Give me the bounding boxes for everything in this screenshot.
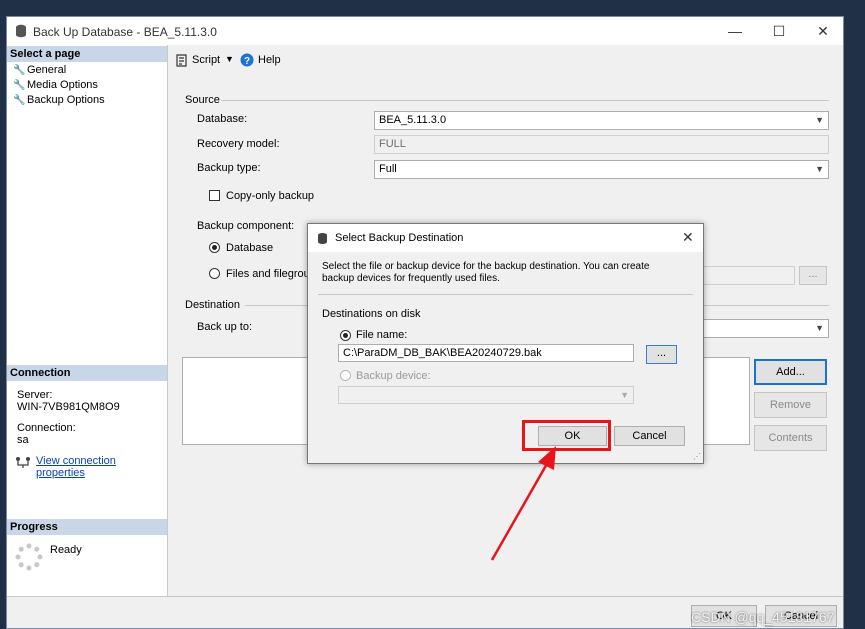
- source-group-label: Source: [185, 94, 220, 106]
- database-icon: [318, 233, 327, 244]
- files-filegroups-radio[interactable]: [209, 268, 220, 279]
- dialog-title: Select Backup Destination: [335, 232, 464, 244]
- file-name-radio[interactable]: [340, 330, 351, 341]
- dialog-title-bar[interactable]: Select Backup Destination ✕: [308, 224, 703, 252]
- connection-label: Connection:: [17, 422, 76, 434]
- backup-device-combo[interactable]: ▼: [338, 386, 634, 404]
- backup-device-radio[interactable]: [340, 370, 351, 381]
- backup-device-label: Backup device:: [356, 370, 431, 382]
- back-up-to-label: Back up to:: [197, 321, 253, 333]
- connection-properties-icon: [16, 457, 30, 468]
- destinations-on-disk-label: Destinations on disk: [322, 308, 421, 320]
- backup-type-label: Backup type:: [197, 162, 261, 174]
- watermark: CSDN @qq_45181767: [691, 609, 835, 625]
- file-name-label: File name:: [356, 329, 408, 341]
- copy-only-label: Copy-only backup: [226, 190, 315, 202]
- progress-status: Ready: [50, 544, 82, 556]
- connection-value: sa: [17, 434, 29, 446]
- file-browse-button[interactable]: ...: [646, 345, 677, 364]
- chevron-down-icon: ▼: [815, 164, 824, 174]
- page-item-backup-options[interactable]: 🔧 Backup Options: [13, 94, 105, 106]
- database-combo[interactable]: BEA_5.11.3.0 ▼: [374, 111, 829, 130]
- database-radio-label: Database: [226, 242, 274, 254]
- recovery-model-field: FULL: [374, 135, 829, 154]
- chevron-down-icon: ▼: [620, 390, 629, 400]
- select-backup-destination-dialog: Select Backup Destination ✕ Select the f…: [307, 223, 704, 464]
- script-icon: [176, 54, 187, 67]
- files-browse-button[interactable]: ...: [799, 266, 827, 285]
- resize-grip-icon[interactable]: ⋰: [693, 452, 701, 461]
- contents-button[interactable]: Contents: [754, 425, 827, 451]
- progress-header: Progress: [7, 519, 167, 535]
- help-icon[interactable]: ?: [240, 53, 254, 67]
- database-radio[interactable]: [209, 242, 220, 253]
- minimize-button[interactable]: —: [713, 17, 757, 45]
- wrench-icon: 🔧: [13, 65, 26, 76]
- left-pane: Select a page 🔧 General 🔧 Media Options 🔧 B…: [7, 45, 168, 596]
- copy-only-checkbox[interactable]: [209, 190, 220, 201]
- server-value: WIN-7VB981QM8O9: [17, 401, 120, 413]
- remove-button[interactable]: Remove: [754, 392, 827, 418]
- chevron-down-icon: ▼: [815, 115, 824, 125]
- close-button[interactable]: ✕: [801, 17, 843, 45]
- database-icon: [16, 24, 26, 38]
- view-connection-properties-link[interactable]: View connection properties: [36, 455, 167, 479]
- annotation-arrow: [490, 446, 556, 561]
- dialog-description: Select the file or backup device for the…: [322, 261, 650, 284]
- help-button[interactable]: Help: [258, 54, 281, 66]
- window-title: Back Up Database - BEA_5.11.3.0: [33, 25, 217, 39]
- page-item-media-options[interactable]: 🔧 Media Options: [13, 79, 98, 91]
- footer-bar: OK Cancel CSDN @qq_45181767: [7, 596, 843, 628]
- dialog-cancel-button[interactable]: Cancel: [614, 426, 685, 446]
- database-label: Database:: [197, 113, 248, 125]
- chevron-down-icon: ▼: [225, 54, 234, 64]
- add-button[interactable]: Add...: [754, 359, 827, 385]
- dialog-close-button[interactable]: ✕: [682, 229, 694, 246]
- page-item-general[interactable]: 🔧 General: [13, 64, 66, 76]
- file-name-input[interactable]: C:\ParaDM_DB_BAK\BEA20240729.bak: [338, 344, 634, 362]
- server-label: Server:: [17, 389, 53, 401]
- chevron-down-icon: ▼: [815, 323, 824, 333]
- back-up-to-combo[interactable]: ▼: [697, 319, 829, 338]
- progress-spinner-icon: [15, 543, 43, 571]
- connection-header: Connection: [7, 365, 167, 381]
- source-divider: [221, 100, 829, 101]
- wrench-icon: 🔧: [13, 80, 26, 91]
- select-page-header: Select a page: [7, 46, 167, 62]
- maximize-button[interactable]: ☐: [757, 17, 801, 45]
- backup-component-label: Backup component:: [197, 220, 295, 232]
- dialog-divider: [318, 294, 693, 295]
- files-filegroups-field: [697, 266, 795, 285]
- svg-text:?: ?: [244, 56, 250, 67]
- wrench-icon: 🔧: [13, 95, 26, 106]
- backup-type-combo[interactable]: Full ▼: [374, 160, 829, 179]
- recovery-model-label: Recovery model:: [197, 138, 280, 150]
- window-title-bar[interactable]: Back Up Database - BEA_5.11.3.0 — ☐ ✕: [7, 17, 843, 45]
- destination-group-label: Destination: [185, 299, 241, 311]
